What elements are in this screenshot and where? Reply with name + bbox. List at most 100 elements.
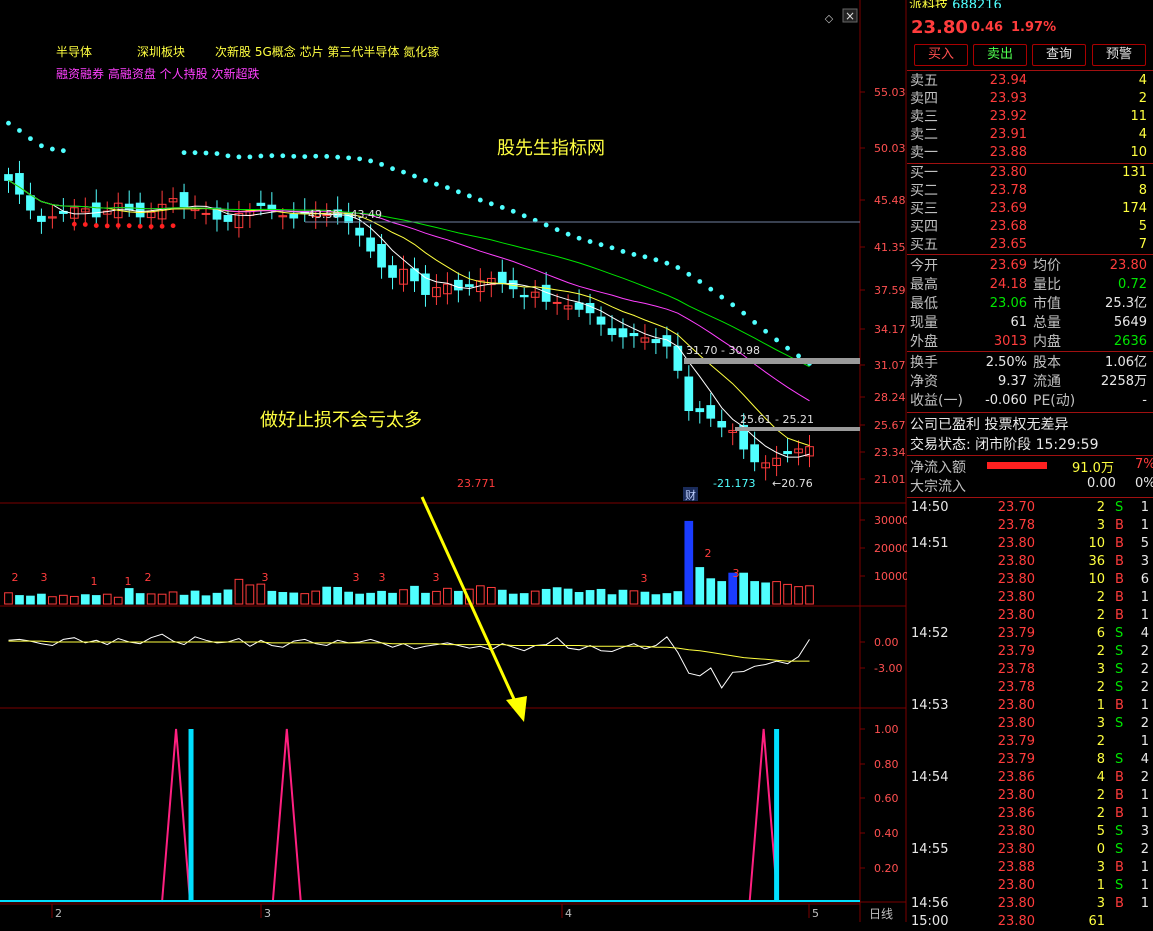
volume-bar: [256, 583, 266, 605]
volume-marker: 1: [91, 575, 98, 588]
tick-price: 23.80: [997, 698, 1035, 713]
price-level-label: 43.50 - 43.49: [308, 208, 382, 221]
price-tick-label: 50.03: [874, 142, 906, 155]
tick-count: 1: [1140, 878, 1149, 893]
sar-dot: [346, 155, 352, 161]
tick-price: 23.80: [997, 572, 1035, 587]
tick-vol: 8: [1096, 752, 1105, 767]
volume-bar: [421, 592, 430, 605]
volume-marker: 1: [125, 575, 132, 588]
diamond-icon: ◇: [825, 12, 834, 25]
stat-label: 外盘: [910, 334, 938, 350]
trade-status: 交易状态: 闭市阶段 15:29:59: [910, 437, 1099, 453]
tick-dir: B: [1115, 572, 1124, 587]
sar-dot: [412, 173, 417, 179]
candle-body: [223, 215, 233, 222]
price-tick-label: 55.03: [874, 86, 906, 99]
candle-body: [135, 202, 145, 218]
candle-body: [179, 192, 189, 208]
query-button[interactable]: 查询: [1032, 44, 1086, 66]
volume-bar: [113, 596, 123, 605]
tick-price: 23.80: [997, 878, 1035, 893]
kline-chart[interactable]: ◇ × 55.03 50.03 45.48 41.35 37.59 34.17 31.07 28.…: [0, 0, 907, 922]
period-label[interactable]: 日线: [869, 905, 893, 922]
block-flow-pct: 0%: [1135, 476, 1153, 491]
tick-vol: 61: [1088, 914, 1105, 929]
bid-price: 23.78: [989, 183, 1027, 198]
volume-marker: 3: [379, 571, 386, 584]
signal-bar: [774, 729, 780, 902]
sar-dot: [291, 153, 297, 159]
bid-price: 23.69: [989, 201, 1027, 216]
tick-dir: B: [1115, 536, 1124, 551]
volume-bar: [552, 587, 562, 605]
tick-time: 14:50: [911, 500, 949, 515]
tick-row: 23.79 8 S 4: [907, 751, 1153, 769]
bid-price: 23.65: [989, 237, 1027, 252]
volume-bar: [399, 589, 408, 605]
sell-button[interactable]: 卖出: [973, 44, 1027, 66]
sar-dot: [620, 249, 626, 254]
candle-body: [497, 271, 507, 284]
ask-label: 卖五: [910, 73, 938, 89]
volume-bar: [91, 595, 101, 605]
volume-bar: [157, 593, 167, 605]
osc-line-1: [8, 640, 810, 662]
annotation-arrowhead: [506, 696, 527, 722]
sar-dot: [741, 310, 747, 316]
bid-row: 买三 23.69 174: [907, 200, 1153, 218]
candle-body: [15, 173, 24, 195]
volume-bar: [267, 590, 277, 605]
stat-row: 净资 9.37 流通 2258万: [907, 373, 1153, 391]
ask-row: 卖二 23.91 4: [907, 126, 1153, 144]
candle-body: [4, 174, 13, 181]
tick-count: 5: [1140, 536, 1149, 551]
tick-row: 14:52 23.79 6 S 4: [907, 625, 1153, 643]
block-flow: 0.00: [1087, 476, 1116, 491]
candle-body: [91, 202, 101, 218]
volume-bar: [772, 581, 781, 605]
tick-count: 2: [1140, 842, 1149, 857]
tick-time: 14:51: [911, 536, 949, 551]
candle-body: [607, 328, 617, 335]
sar-dot: [401, 169, 406, 175]
stat-label: 均价: [1033, 258, 1061, 274]
tick-count: 2: [1140, 662, 1149, 677]
net-inflow-pct: 7%: [1135, 457, 1153, 472]
price-tick-label: 37.59: [874, 284, 906, 297]
tick-price: 23.80: [997, 554, 1035, 569]
tick-price: 23.80: [997, 590, 1035, 605]
level-band: [684, 358, 860, 364]
tick-price: 23.80: [997, 896, 1035, 911]
alert-button[interactable]: 预警: [1092, 44, 1146, 66]
bid-row: 买二 23.78 8: [907, 182, 1153, 200]
tick-time: 14:56: [911, 896, 949, 911]
volume-bar: [508, 593, 518, 605]
bid-label: 买二: [910, 183, 938, 199]
tick-price: 23.70: [997, 500, 1035, 515]
price-tick-label: 25.67: [874, 419, 906, 432]
candle-body: [26, 195, 35, 211]
volume-bar: [618, 589, 628, 605]
sar-dot: [477, 197, 483, 203]
bid-row: 买五 23.65 7: [907, 236, 1153, 254]
sar-dot: [576, 235, 582, 241]
stat-label: 股本: [1033, 355, 1061, 371]
sar-dot: [423, 178, 428, 183]
stat-value: 23.06: [989, 296, 1027, 311]
candle-body: [717, 421, 727, 428]
buy-button[interactable]: 买入: [914, 44, 968, 66]
volume-marker: 3: [433, 571, 440, 584]
x-axis-label: 3: [264, 907, 271, 920]
sar-dot: [137, 223, 143, 229]
x-axis-label: 4: [565, 907, 572, 920]
price-change-pct: 1.97%: [1011, 20, 1057, 35]
stat-label: 收益(一): [910, 393, 963, 409]
tick-dir: B: [1115, 590, 1124, 605]
tick-dir: B: [1115, 698, 1124, 713]
sar-dot: [28, 136, 33, 142]
volume-bar: [695, 567, 705, 605]
sar-dot: [170, 223, 176, 229]
stat-label: 现量: [910, 315, 938, 331]
candle-body: [750, 444, 759, 463]
